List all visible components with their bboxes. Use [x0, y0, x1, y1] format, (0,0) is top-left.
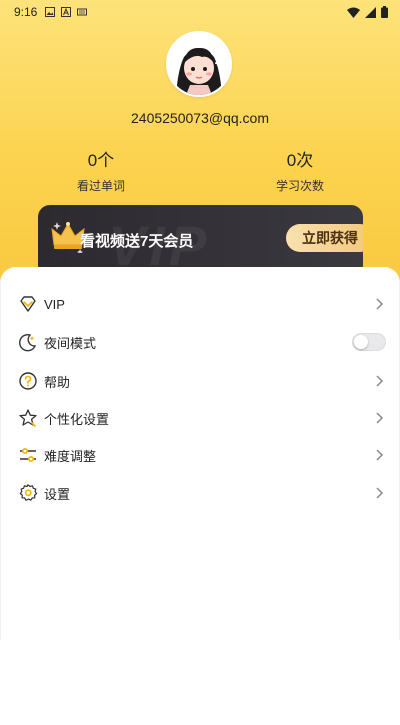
menu-label: 个性化设置: [44, 411, 110, 427]
image-icon: [45, 7, 56, 17]
avatar-illustration: [168, 33, 230, 95]
keyboard-icon: [77, 8, 88, 16]
help-icon: [19, 372, 37, 390]
star-icon: [19, 409, 37, 427]
sliders-icon: [20, 447, 36, 463]
vip-diamond-icon: [20, 296, 36, 312]
avatar[interactable]: [166, 31, 232, 97]
menu-item-vip[interactable]: VIP: [0, 289, 400, 319]
vip-promo-text: 看视频送7天会员: [80, 233, 194, 250]
stat-value: 0个: [87, 151, 115, 170]
menu-panel: VIP 夜间模式 帮助 个性化设置 难度调整 设置: [0, 267, 400, 725]
chevron-right-icon: [376, 375, 384, 387]
menu-label: VIP: [44, 296, 65, 312]
moon-icon: [19, 333, 37, 352]
get-vip-button[interactable]: 立即获得: [286, 224, 363, 252]
stat-label: 学习次数: [275, 179, 324, 193]
stat-words-viewed[interactable]: 0个 看过单词: [31, 146, 171, 194]
stat-value: 0次: [286, 151, 314, 170]
user-email: 2405250073@qq.com: [131, 110, 269, 126]
status-time: 9:16: [14, 5, 38, 19]
chevron-right-icon: [376, 487, 384, 499]
chevron-right-icon: [376, 298, 384, 310]
night-mode-toggle[interactable]: [352, 333, 386, 351]
font-icon: [61, 7, 72, 17]
chevron-right-icon: [376, 449, 384, 461]
stat-label: 看过单词: [76, 179, 125, 193]
menu-item-help[interactable]: 帮助: [0, 366, 400, 396]
menu-item-settings[interactable]: 设置: [0, 478, 400, 508]
menu-item-personalization[interactable]: 个性化设置: [0, 403, 400, 433]
menu-item-difficulty[interactable]: 难度调整: [0, 440, 400, 470]
signal-icon: [365, 6, 376, 18]
menu-label: 夜间模式: [44, 335, 97, 351]
toggle-knob: [354, 335, 368, 349]
left-edge-line: [0, 280, 1, 640]
battery-icon: [381, 6, 388, 18]
wifi-icon: [347, 7, 360, 18]
chevron-right-icon: [376, 412, 384, 424]
menu-label: 帮助: [44, 374, 71, 390]
menu-label: 设置: [44, 486, 71, 502]
gear-icon: [19, 484, 38, 501]
status-bar: 9:16: [0, 0, 400, 24]
menu-label: 难度调整: [44, 448, 97, 464]
menu-item-night-mode[interactable]: 夜间模式: [0, 327, 400, 357]
stat-study-count[interactable]: 0次 学习次数: [230, 146, 370, 194]
